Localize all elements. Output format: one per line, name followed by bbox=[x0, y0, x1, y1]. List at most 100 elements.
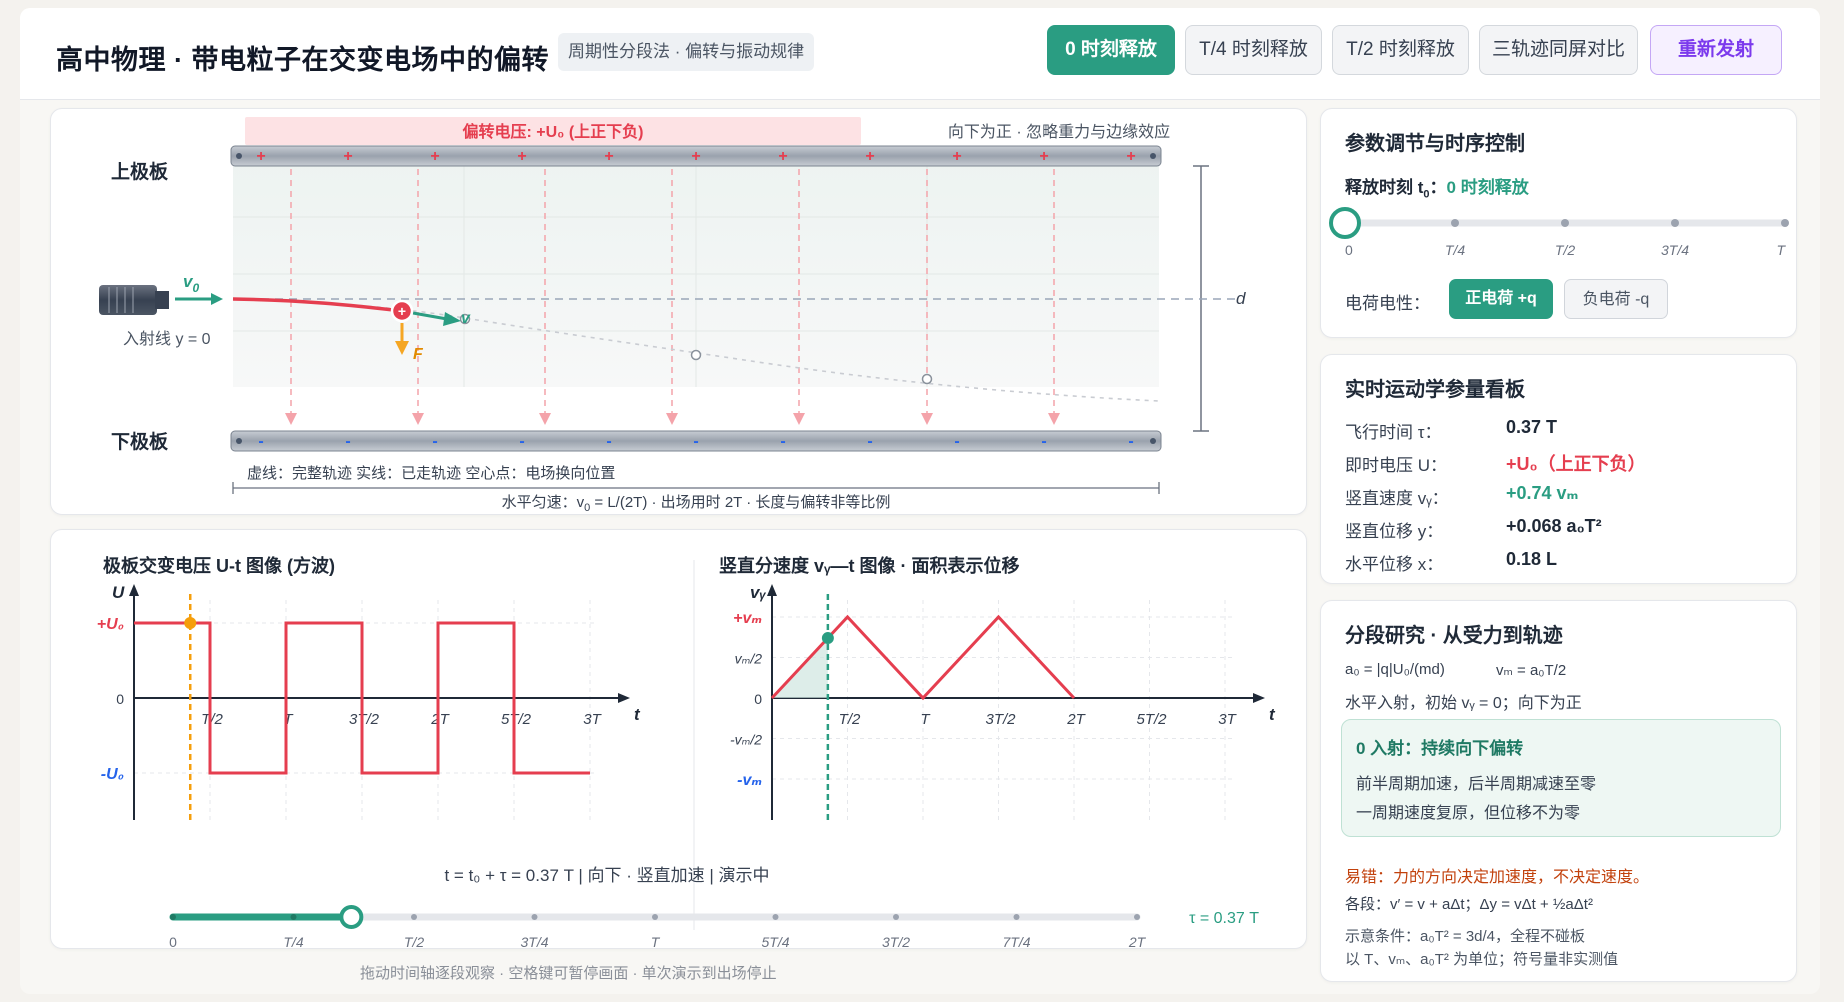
page-title: 高中物理 · 带电粒子在交变电场中的偏转 bbox=[56, 45, 549, 75]
reversal-point bbox=[690, 349, 702, 361]
velocity-label: v bbox=[461, 310, 471, 327]
kin-value-tau: 0.37 T bbox=[1506, 417, 1558, 437]
force-label: F bbox=[413, 346, 424, 363]
slider-tick bbox=[1013, 914, 1020, 920]
vt-chart-title: 竖直分速度 vᵧ—t 图像 · 面积表示位移 bbox=[719, 555, 1020, 576]
negative-charge-button[interactable]: 负电荷 -q bbox=[1564, 279, 1668, 319]
x-tick-label: 2T bbox=[430, 711, 450, 728]
svg-text:+: + bbox=[517, 148, 526, 165]
header: 高中物理 · 带电粒子在交变电场中的偏转 周期性分段法 · 偏转与振动规律 0 … bbox=[20, 8, 1820, 100]
kin-label-tau: 飞行时间 τ： bbox=[1345, 423, 1442, 442]
svg-text:-: - bbox=[1041, 433, 1046, 450]
x-tick-label: 3T bbox=[1218, 711, 1237, 728]
kin-value-y: +0.068 a₀T² bbox=[1506, 516, 1602, 536]
slider-tick bbox=[170, 914, 176, 920]
ut-chart: tUT/2 T 3T/2 2T 5T/2 3T+U₀0-U₀ bbox=[97, 583, 641, 820]
charge-label: 电荷电性： bbox=[1345, 294, 1430, 313]
svg-text:+: + bbox=[691, 148, 700, 165]
slider-tick bbox=[652, 914, 658, 920]
condition-line-2: 以 T、vₘ、a₀T² 为单位；符号量非实测值 bbox=[1345, 951, 1619, 968]
svg-text:-: - bbox=[432, 433, 437, 450]
timeline-hint: 拖动时间轴逐段观察 · 空格键可暂停画面 · 单次演示到出场停止 bbox=[360, 965, 777, 982]
svg-text:+: + bbox=[430, 148, 439, 165]
x-axis-label: t bbox=[1269, 705, 1276, 724]
slider-tick bbox=[411, 914, 417, 920]
warning-text: 易错：力的方向决定加速度，不决定速度。 bbox=[1345, 869, 1650, 886]
slider-tick-label: 3T/2 bbox=[882, 934, 910, 950]
params-card: 参数调节与时序控制 释放时刻 t0：0 时刻释放 0 T/4 T/2 3T/4 T 电荷… bbox=[1320, 108, 1797, 338]
tau-label: τ = 0.37 T bbox=[1189, 910, 1259, 927]
slider-tick-label: 0 bbox=[169, 934, 177, 950]
top-plate-label: 上极板 bbox=[111, 160, 169, 183]
release-tick-label: 0 bbox=[1345, 242, 1353, 258]
release-t2-button[interactable]: T/2 时刻释放 bbox=[1332, 25, 1469, 75]
y-tick-label: -U₀ bbox=[101, 766, 124, 783]
vt-chart: t vᵧ T/2 T 3T/2 2T 5T/2 3T +vₘ vₘ/2 0 -vₘ/2 -vₘ bbox=[730, 583, 1276, 820]
release-0-button[interactable]: 0 时刻释放 bbox=[1047, 25, 1175, 75]
time-slider[interactable]: 0 T/4 T/2 3T/4 T 5T/4 3T/2 7T/4 2T bbox=[169, 905, 1147, 950]
x-tick-label: 3T bbox=[583, 711, 602, 728]
incident-line-label: 入射线 y = 0 bbox=[123, 330, 211, 348]
release-handle[interactable] bbox=[1329, 207, 1361, 239]
slider-tick-label: 5T/4 bbox=[761, 934, 789, 950]
svg-text:-: - bbox=[780, 433, 785, 450]
app: 高中物理 · 带电粒子在交变电场中的偏转 周期性分段法 · 偏转与振动规律 0 … bbox=[20, 8, 1820, 994]
compare-three-button[interactable]: 三轨迹同屏对比 bbox=[1479, 25, 1638, 75]
kinematics-title: 实时运动学参量看板 bbox=[1345, 379, 1525, 401]
kin-label-vy: 竖直速度 vᵧ： bbox=[1345, 489, 1449, 508]
positive-charge-button[interactable]: 正电荷 +q bbox=[1449, 279, 1553, 319]
svg-text:-: - bbox=[867, 433, 872, 450]
svg-text:+: + bbox=[1039, 148, 1048, 165]
release-tick-label: T/2 bbox=[1555, 242, 1575, 258]
svg-text:-: - bbox=[954, 433, 959, 450]
slider-tick bbox=[893, 914, 899, 920]
slider-tick bbox=[531, 914, 538, 920]
y-tick-label: -vₘ/2 bbox=[730, 732, 762, 748]
kin-label-y: 竖直位移 y： bbox=[1345, 522, 1444, 541]
y-axis-arrow-icon bbox=[767, 584, 777, 596]
slider-handle[interactable] bbox=[339, 905, 364, 929]
svg-text:+: + bbox=[1126, 148, 1135, 165]
release-slider[interactable]: 0 T/4 T/2 3T/4 T bbox=[1321, 203, 1798, 273]
slider-tick bbox=[1134, 914, 1140, 920]
x-tick-label: 3T/2 bbox=[349, 711, 380, 728]
refire-button[interactable]: 重新发射 bbox=[1650, 25, 1782, 75]
y-tick-label: -vₘ bbox=[737, 772, 762, 789]
kin-value-u: +U₀（上正下负） bbox=[1506, 454, 1646, 474]
kin-value-x: 0.18 L bbox=[1506, 549, 1558, 569]
formula-a0: a₀ = |q|U₀/(md) bbox=[1345, 661, 1445, 678]
trajectory-legend: 虚线：完整轨迹 实线：已走轨迹 空心点：电场换向位置 bbox=[247, 465, 615, 482]
release-tick bbox=[1671, 219, 1679, 227]
horizontal-note: 水平匀速：v0 = L/(2T) · 出场用时 2T · 长度与偏转非等比例 bbox=[502, 493, 891, 514]
status-text: t = t₀ + τ = 0.37 T | 向下 · 竖直加速 | 演示中 bbox=[444, 866, 769, 885]
svg-text:+: + bbox=[865, 148, 874, 165]
length-bracket bbox=[232, 482, 1160, 494]
y-tick-label: +U₀ bbox=[97, 616, 124, 633]
slider-tick bbox=[290, 914, 297, 920]
segment-formula: 各段：v′ = v + aΔt；Δy = vΔt + ½aΔt² bbox=[1345, 896, 1593, 913]
y-axis-label: vᵧ bbox=[750, 583, 766, 602]
condition-line-1: 示意条件：a₀T² = 3d/4，全程不碰板 bbox=[1345, 928, 1586, 945]
slider-tick-label: T/2 bbox=[404, 934, 424, 950]
kin-label-x: 水平位移 x： bbox=[1345, 555, 1444, 574]
field-diagram: 偏转电压: +U₀ (上正下负) 向下为正 · 忽略重力与边缘效应 + + + … bbox=[99, 117, 1246, 514]
release-t4-button[interactable]: T/4 时刻释放 bbox=[1185, 25, 1322, 75]
release-tick bbox=[1561, 219, 1569, 227]
params-title: 参数调节与时序控制 bbox=[1345, 133, 1525, 155]
voltage-banner: 偏转电压: +U₀ (上正下负) bbox=[463, 122, 644, 141]
analysis-card: 分段研究 · 从受力到轨迹 a₀ = |q|U₀/(md) vₘ = a₀T/2… bbox=[1320, 600, 1797, 982]
field-card: 偏转电压: +U₀ (上正下负) 向下为正 · 忽略重力与边缘效应 + + + … bbox=[50, 108, 1307, 515]
release-tick bbox=[1781, 219, 1789, 227]
charts-card: 极板交变电压 U-t 图像 (方波) 竖直分速度 vᵧ—t 图像 · 面积表示位… bbox=[50, 529, 1307, 950]
svg-text:-: - bbox=[1128, 433, 1133, 450]
x-axis-arrow-icon bbox=[618, 693, 630, 703]
release-value: 0 时刻释放 bbox=[1446, 178, 1529, 197]
x-tick-label: 5T/2 bbox=[1136, 711, 1167, 728]
analysis-title: 分段研究 · 从受力到轨迹 bbox=[1345, 625, 1563, 647]
release-label: 释放时刻 t0：0 时刻释放 bbox=[1345, 178, 1529, 201]
x-tick-label: 3T/2 bbox=[985, 711, 1016, 728]
svg-text:+: + bbox=[604, 148, 613, 165]
svg-text:+: + bbox=[952, 148, 961, 165]
x-tick-label: 2T bbox=[1066, 711, 1086, 728]
case-line-1: 前半周期加速，后半周期减速至零 bbox=[1356, 776, 1597, 793]
